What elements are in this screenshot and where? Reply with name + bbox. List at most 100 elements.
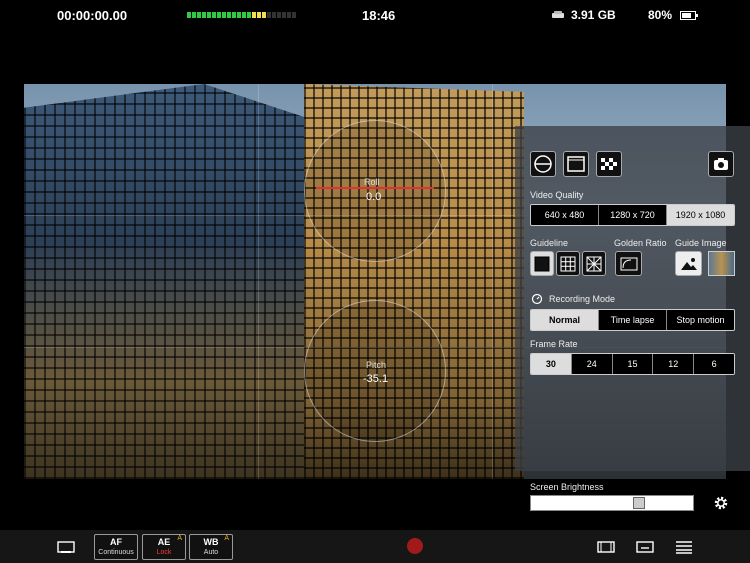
pitch-level-circle	[304, 300, 446, 442]
guideline-label: Guideline	[530, 238, 569, 248]
storage-indicator: 3.91 GB	[551, 8, 616, 22]
guide-image-thumbnail[interactable]	[708, 251, 735, 276]
guideline-diagonal-button[interactable]	[582, 251, 606, 276]
meter-segment	[222, 12, 226, 18]
meter-segment	[227, 12, 231, 18]
frame-rate-30[interactable]: 30	[531, 354, 571, 374]
meter-segment	[287, 12, 291, 18]
brightness-slider-thumb[interactable]	[633, 497, 645, 509]
video-quality-1920[interactable]: 1920 x 1080	[666, 205, 734, 225]
battery-value: 80%	[648, 8, 673, 22]
meter-segment	[267, 12, 271, 18]
ae-button[interactable]: A AE Lock	[142, 534, 186, 560]
meter-segment	[232, 12, 236, 18]
storage-icon	[552, 11, 564, 18]
meter-segment	[237, 12, 241, 18]
meter-segment	[197, 12, 201, 18]
camera-icon	[714, 158, 728, 170]
camera-switch-button[interactable]	[708, 151, 734, 177]
meter-segment	[187, 12, 191, 18]
frame-rate-label: Frame Rate	[530, 339, 578, 349]
meter-segment	[252, 12, 256, 18]
recording-mode-label: Recording Mode	[549, 294, 616, 304]
screen-brightness-slider[interactable]	[530, 495, 694, 511]
golden-ratio-icon	[620, 257, 637, 270]
meter-segment	[292, 12, 296, 18]
video-quality-label: Video Quality	[530, 190, 584, 200]
record-button[interactable]	[407, 538, 423, 554]
menu-icon[interactable]	[675, 540, 693, 554]
zebra-tool-button[interactable]	[596, 151, 622, 177]
frame-rate-6[interactable]: 6	[693, 354, 734, 374]
recording-mode-stop-motion[interactable]: Stop motion	[666, 310, 734, 330]
af-mode: Continuous	[98, 549, 134, 556]
image-icon	[680, 257, 697, 270]
wb-warning-icon: A	[224, 535, 229, 542]
battery-icon	[680, 10, 699, 20]
caption-icon[interactable]	[636, 540, 654, 554]
meter-segment	[242, 12, 246, 18]
wb-button[interactable]: A WB Auto	[189, 534, 233, 560]
timer-icon	[531, 293, 543, 305]
screen-brightness-label: Screen Brightness	[530, 482, 604, 492]
battery-indicator: 80%	[648, 8, 699, 22]
recording-mode-selector: Normal Time lapse Stop motion	[530, 309, 735, 331]
ae-warning-icon: A	[177, 535, 182, 542]
roll-value: 0.0	[366, 191, 382, 203]
diagonal-grid-icon	[586, 256, 602, 271]
guide-image-button[interactable]	[675, 251, 702, 276]
frame-rate-12[interactable]: 12	[652, 354, 694, 374]
meter-segment	[207, 12, 211, 18]
frame-rate-selector: 30 24 15 12 6	[530, 353, 735, 375]
storage-value: 3.91 GB	[571, 8, 616, 22]
roll-label: Roll	[364, 177, 380, 187]
ae-mode: Lock	[156, 549, 172, 556]
meter-segment	[192, 12, 196, 18]
meter-segment	[217, 12, 221, 18]
frame-tool-button[interactable]	[563, 151, 589, 177]
clock: 18:46	[362, 8, 396, 23]
audio-level-meter	[187, 12, 296, 18]
window-frame-icon	[567, 156, 585, 172]
roll-indicator-bar	[316, 187, 434, 189]
settings-gear-icon[interactable]	[713, 495, 729, 511]
meter-segment	[272, 12, 276, 18]
guideline-frame-icon	[534, 256, 550, 271]
guideline-selector	[530, 251, 608, 276]
video-quality-selector: 640 x 480 1280 x 720 1920 x 1080	[530, 204, 735, 226]
guideline-none-button[interactable]	[530, 251, 554, 276]
pitch-value: -35.1	[363, 373, 389, 385]
guide-image-label: Guide Image	[675, 238, 727, 248]
level-tool-button[interactable]	[530, 151, 556, 177]
af-title: AF	[110, 537, 122, 547]
grid-line-vertical-2	[492, 84, 493, 479]
recording-mode-time-lapse[interactable]: Time lapse	[598, 310, 666, 330]
golden-ratio-button[interactable]	[615, 251, 642, 276]
golden-ratio-label: Golden Ratio	[614, 238, 667, 248]
checker-icon	[601, 158, 617, 170]
guideline-grid-button[interactable]	[556, 251, 580, 276]
level-circle-icon	[534, 155, 552, 173]
video-quality-640[interactable]: 640 x 480	[531, 205, 598, 225]
timecode: 00:00:00.00	[57, 8, 128, 23]
grid-line-vertical-1	[258, 84, 259, 479]
meter-segment	[212, 12, 216, 18]
meter-segment	[257, 12, 261, 18]
display-mode-icon[interactable]	[57, 540, 75, 554]
meter-segment	[262, 12, 266, 18]
meter-segment	[202, 12, 206, 18]
frame-rate-24[interactable]: 24	[570, 354, 612, 374]
meter-segment	[282, 12, 286, 18]
meter-segment	[277, 12, 281, 18]
recording-mode-header: Recording Mode	[531, 293, 615, 305]
frame-rate-15[interactable]: 15	[611, 354, 653, 374]
wb-mode: Auto	[203, 549, 219, 556]
meter-segment	[247, 12, 251, 18]
video-quality-1280[interactable]: 1280 x 720	[598, 205, 666, 225]
grid-icon	[560, 256, 576, 271]
pitch-label: Pitch	[366, 360, 387, 370]
recording-mode-normal[interactable]: Normal	[531, 310, 598, 330]
film-strip-icon[interactable]	[597, 540, 615, 554]
af-button[interactable]: AF Continuous	[94, 534, 138, 560]
left-building	[24, 84, 324, 479]
